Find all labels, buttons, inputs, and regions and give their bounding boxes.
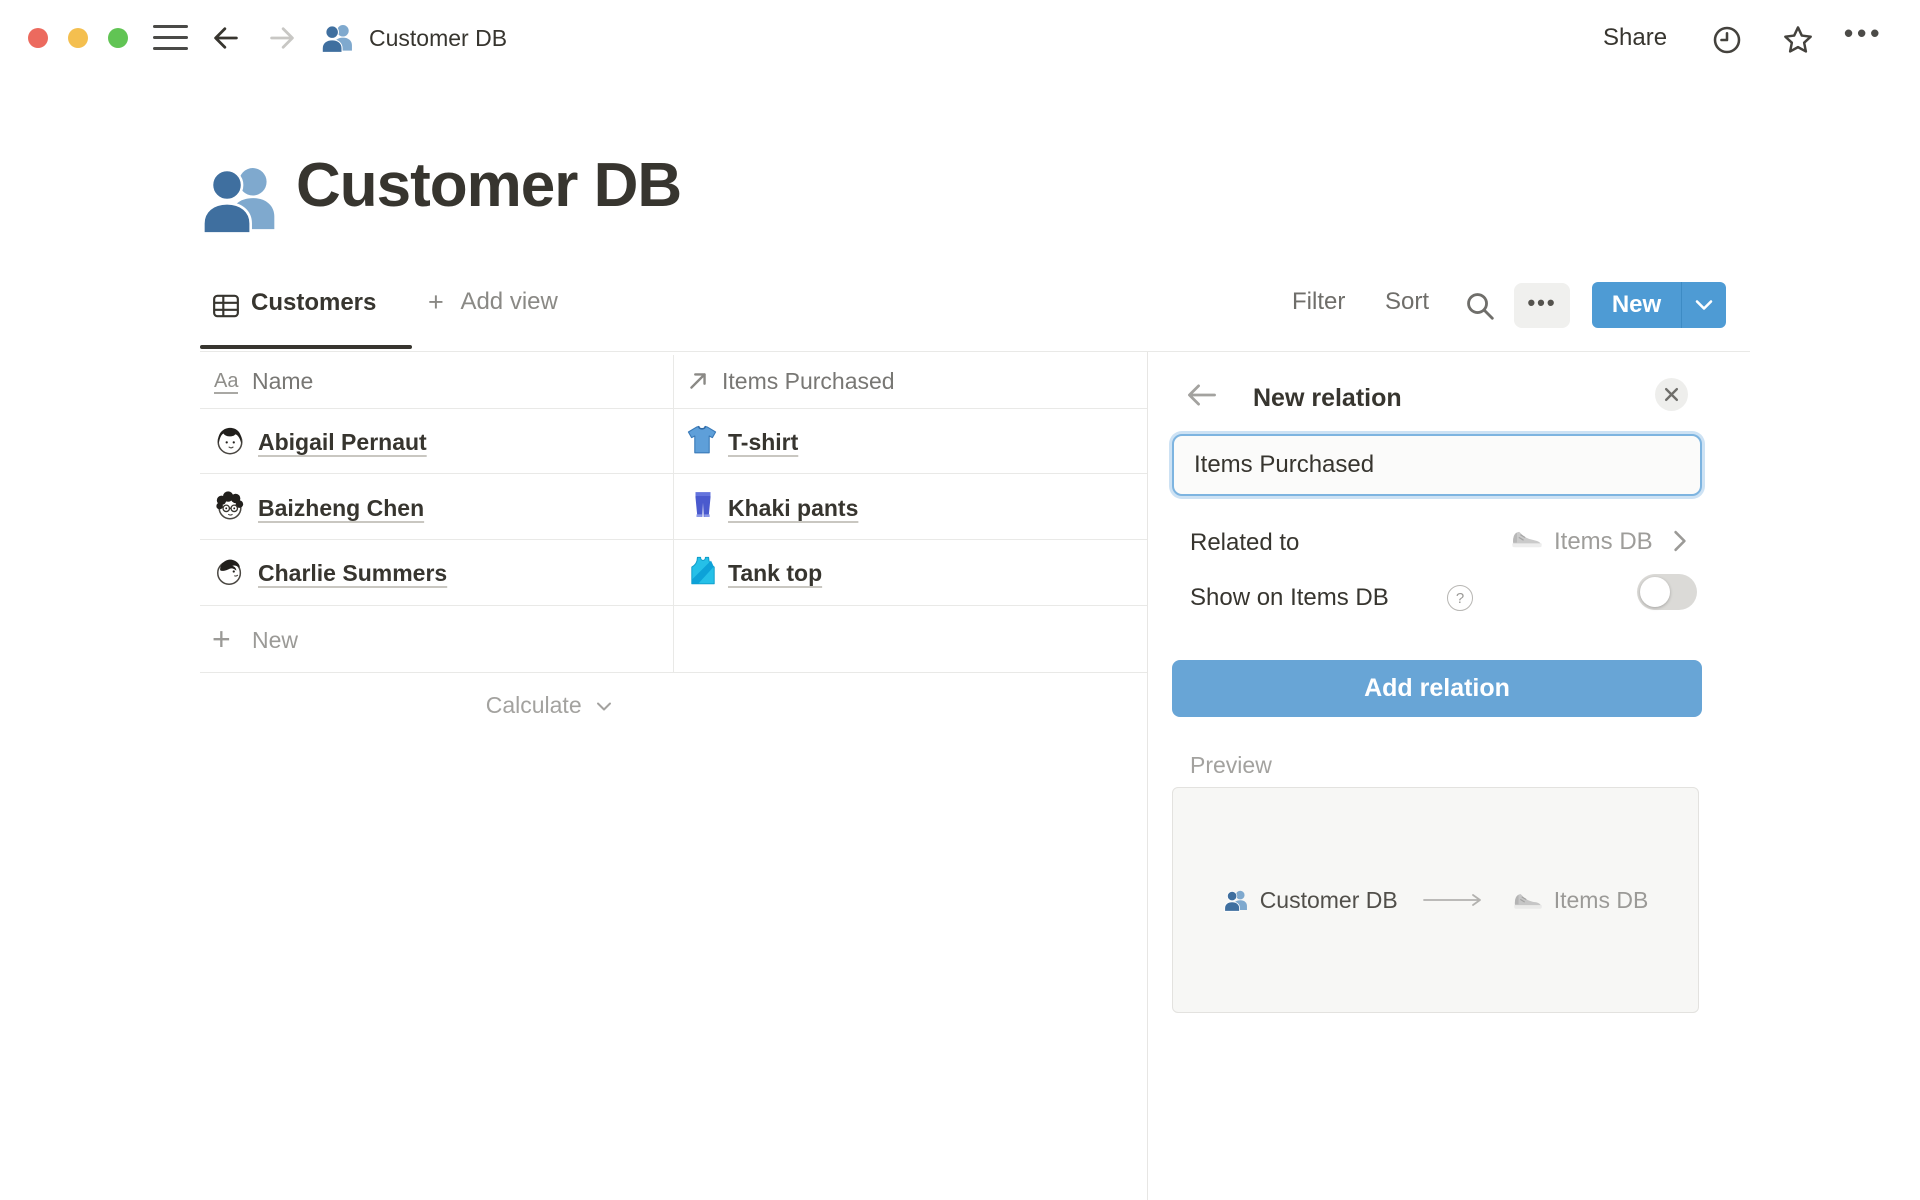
relation-name-input[interactable] [1172, 434, 1702, 496]
ellipsis-icon: ••• [1527, 290, 1556, 322]
window-minimize-button[interactable] [68, 28, 88, 48]
updates-clock-icon[interactable] [1712, 25, 1742, 55]
favorite-star-icon[interactable] [1782, 24, 1814, 56]
panel-close-button[interactable] [1655, 378, 1688, 411]
panel-title: New relation [1253, 384, 1402, 413]
chevron-down-icon [1695, 298, 1713, 312]
related-to-value: Items DB [1554, 528, 1653, 556]
table-row-name-link[interactable]: Baizheng Chen [258, 495, 424, 522]
show-on-toggle[interactable] [1637, 574, 1697, 610]
relation-preview-card: Customer DB Items DB [1172, 787, 1699, 1013]
active-tab-underline [200, 345, 412, 349]
share-button[interactable]: Share [1603, 24, 1667, 52]
related-to-label: Related to [1190, 529, 1299, 557]
close-icon [1664, 387, 1679, 402]
tanktop-icon [687, 555, 719, 587]
new-record-button[interactable]: New [1592, 282, 1726, 328]
preview-label: Preview [1190, 752, 1272, 779]
more-options-icon[interactable]: ••• [1844, 18, 1883, 49]
help-icon[interactable]: ? [1447, 585, 1473, 611]
tab-customers[interactable]: Customers [251, 289, 376, 317]
long-arrow-right-icon [1422, 892, 1488, 908]
chevron-down-icon [596, 701, 612, 713]
toolbar-divider [200, 351, 1750, 352]
panel-back-arrow-icon[interactable] [1186, 381, 1218, 409]
avatar-doodle-curly-glasses [214, 490, 246, 522]
table-row-name-link[interactable]: Abigail Pernaut [258, 429, 427, 456]
avatar-doodle-profile [214, 556, 246, 588]
panel-divider [1147, 352, 1148, 1200]
busts-icon [320, 20, 356, 56]
table-border [200, 672, 1147, 673]
window-zoom-button[interactable] [108, 28, 128, 48]
related-to-selector[interactable]: Items DB [1510, 522, 1705, 562]
jeans-icon [688, 489, 718, 521]
column-header-items-purchased[interactable]: Items Purchased [722, 368, 895, 395]
toggle-knob [1640, 577, 1670, 607]
calculate-button[interactable]: Calculate [300, 692, 612, 719]
table-row-item-link[interactable]: T-shirt [728, 429, 798, 456]
show-on-label: Show on Items DB [1190, 584, 1389, 612]
window-close-button[interactable] [28, 28, 48, 48]
filter-button[interactable]: Filter [1292, 288, 1345, 316]
table-new-row[interactable] [200, 605, 1147, 672]
table-row-item-link[interactable]: Tank top [728, 560, 822, 587]
text-type-icon[interactable]: Aa [214, 370, 238, 394]
add-relation-button[interactable]: Add relation [1172, 660, 1702, 717]
table-row-item-link[interactable]: Khaki pants [728, 495, 858, 522]
back-arrow-icon[interactable] [210, 23, 242, 53]
app-window: Customer DB Share ••• Customer DB Custom… [0, 0, 1920, 1200]
plus-icon: + [212, 621, 231, 658]
new-row-label: New [252, 627, 298, 654]
search-icon[interactable] [1464, 290, 1496, 322]
chevron-right-icon [1672, 530, 1688, 552]
forward-arrow-icon[interactable] [266, 23, 298, 53]
page-icon-busts[interactable] [198, 156, 284, 242]
table-row-name-link[interactable]: Charlie Summers [258, 560, 447, 587]
preview-target-db: Items DB [1554, 887, 1649, 914]
new-dropdown-button[interactable] [1682, 282, 1726, 328]
view-options-button[interactable]: ••• [1514, 283, 1570, 328]
avatar-doodle-bob [214, 425, 246, 457]
page-title: Customer DB [296, 150, 681, 221]
sort-button[interactable]: Sort [1385, 288, 1429, 316]
column-header-name[interactable]: Name [252, 368, 313, 395]
busts-icon [1223, 887, 1250, 914]
sidebar-menu-icon[interactable] [153, 25, 188, 52]
table-view-icon [212, 292, 240, 320]
breadcrumb[interactable]: Customer DB [369, 24, 507, 52]
plus-icon: + [428, 287, 444, 317]
relation-arrow-icon[interactable] [686, 369, 710, 393]
tshirt-icon [686, 424, 718, 456]
sneaker-icon [1512, 889, 1544, 911]
add-view-button[interactable]: + Add view [428, 287, 558, 318]
sneaker-icon [1510, 526, 1544, 550]
preview-source-db: Customer DB [1260, 887, 1398, 914]
